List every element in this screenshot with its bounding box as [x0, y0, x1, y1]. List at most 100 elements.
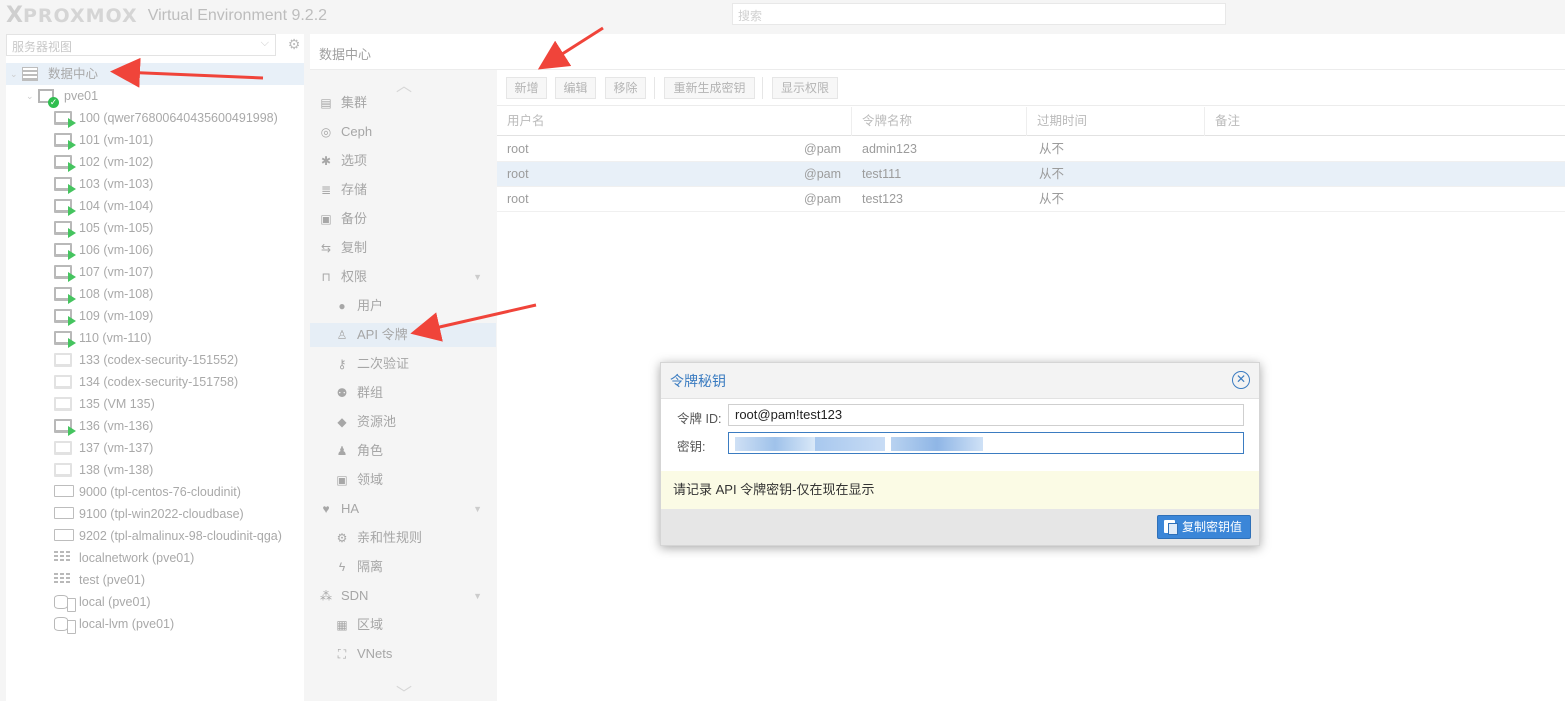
vm-running-icon	[54, 287, 76, 304]
nav-item-label: 区域	[357, 617, 384, 632]
nav-item[interactable]: ⚙ 亲和性规则	[310, 526, 496, 550]
sdn-icon: ⁂	[320, 589, 332, 603]
tree-node[interactable]: localnetwork (pve01)	[6, 547, 304, 569]
nav-item[interactable]: ▣ 领域	[310, 468, 496, 492]
nav-item[interactable]: ● 用户	[310, 294, 496, 318]
regenerate-secret-button[interactable]: 重新生成密钥	[664, 77, 755, 99]
bolt-icon: ϟ	[338, 560, 346, 574]
tree-node[interactable]: 136 (vm-136)	[6, 415, 304, 437]
token-name-cell: admin123	[862, 142, 917, 156]
tree-node[interactable]: test (pve01)	[6, 569, 304, 591]
tree-node[interactable]: 108 (vm-108)	[6, 283, 304, 305]
table-row[interactable]: root @pam test111 从不	[497, 162, 1565, 187]
nav-item[interactable]: ♥ HA ▼	[310, 497, 496, 521]
gear-icon[interactable]: ⚙	[286, 36, 302, 52]
expand-toggle-icon[interactable]: ⌄	[26, 85, 34, 107]
nav-item[interactable]: ◎ Ceph	[310, 120, 496, 144]
config-nav: ︿ ﹀ ▤ 集群 ◎ Ceph ✱ 选项 ≣ 存储 ▣ 备份 ⇆ 复制 ⊓ 权限 ▼ ● 用户 ♙ API 令牌 ⚷ 二…	[310, 70, 496, 701]
tree-node[interactable]: 109 (vm-109)	[6, 305, 304, 327]
edit-button[interactable]: 编辑	[555, 77, 596, 99]
column-header-comment[interactable]: 备注	[1205, 107, 1565, 136]
tree-node[interactable]: 9202 (tpl-almalinux-98-cloudinit-qga)	[6, 525, 304, 547]
retweet-icon: ⇆	[320, 241, 332, 255]
expand-toggle-icon[interactable]: ⌄	[10, 63, 18, 85]
floppy-icon: ▣	[320, 212, 332, 226]
tree-node[interactable]: 134 (codex-security-151758)	[6, 371, 304, 393]
nav-item[interactable]: ϟ 隔离	[310, 555, 496, 579]
column-header-expire[interactable]: 过期时间	[1027, 107, 1205, 136]
tree-node[interactable]: local-lvm (pve01)	[6, 613, 304, 635]
table-row[interactable]: root @pam admin123 从不	[497, 137, 1565, 162]
tree-node[interactable]: ⌄ pve01	[6, 85, 304, 108]
nav-item[interactable]: ✱ 选项	[310, 149, 496, 173]
nav-item[interactable]: ◆ 资源池	[310, 410, 496, 434]
nav-item[interactable]: ♙ API 令牌	[310, 323, 496, 347]
token-id-field[interactable]: root@pam!test123	[728, 404, 1244, 426]
th-icon: ▦	[336, 618, 348, 632]
tree-node[interactable]: 137 (vm-137)	[6, 437, 304, 459]
tree-node-label: 103 (vm-103)	[79, 177, 154, 191]
tree-node[interactable]: 105 (vm-105)	[6, 217, 304, 239]
secret-field[interactable]	[728, 432, 1244, 454]
nav-item-label: 领域	[357, 472, 384, 487]
tree-node-label: 133 (codex-security-151552)	[79, 353, 239, 367]
scroll-down-icon[interactable]: ﹀	[396, 680, 412, 701]
nav-item[interactable]: ⇆ 复制	[310, 236, 496, 260]
network-icon	[54, 551, 70, 563]
tree-node[interactable]: 135 (VM 135)	[6, 393, 304, 415]
node-online-icon	[38, 89, 59, 108]
tree-node-label: pve01	[64, 89, 99, 103]
column-header-token-name[interactable]: 令牌名称	[852, 107, 1027, 136]
column-header-user[interactable]: 用户名	[497, 107, 852, 136]
realm-cell: @pam	[804, 167, 842, 181]
vm-stopped-icon	[54, 441, 72, 455]
nav-item[interactable]: ▦ 区域	[310, 613, 496, 637]
tree-node[interactable]: 138 (vm-138)	[6, 459, 304, 481]
tree-node-label: 101 (vm-101)	[79, 133, 154, 147]
view-select[interactable]: 服务器视图 ⌵	[6, 34, 276, 56]
chevron-down-icon: ⌵	[260, 37, 269, 49]
close-icon[interactable]: ✕	[1232, 371, 1250, 389]
nav-item[interactable]: ▤ 集群	[310, 91, 496, 115]
tree-node[interactable]: 133 (codex-security-151552)	[6, 349, 304, 371]
user-cell: root	[507, 167, 529, 181]
tree-node[interactable]: ⌄ 数据中心	[6, 63, 304, 85]
collapse-icon[interactable]: ▼	[473, 497, 482, 521]
tree-node[interactable]: 103 (vm-103)	[6, 173, 304, 195]
nav-item[interactable]: ▣ 备份	[310, 207, 496, 231]
version-label: Virtual Environment 9.2.2	[147, 6, 328, 24]
nav-item[interactable]: ⚉ 群组	[310, 381, 496, 405]
tree-node[interactable]: 106 (vm-106)	[6, 239, 304, 261]
collapse-icon[interactable]: ▼	[473, 584, 482, 608]
tree-node[interactable]: 104 (vm-104)	[6, 195, 304, 217]
tree-node[interactable]: 107 (vm-107)	[6, 261, 304, 283]
show-permissions-button[interactable]: 显示权限	[772, 77, 838, 99]
nav-item-label: 二次验证	[357, 356, 410, 371]
nav-item[interactable]: ⊓ 权限 ▼	[310, 265, 496, 289]
tree-node[interactable]: 9000 (tpl-centos-76-cloudinit)	[6, 481, 304, 503]
collapse-icon[interactable]: ▼	[473, 265, 482, 289]
nav-item-label: 选项	[341, 153, 368, 168]
copy-secret-button[interactable]: 复制密钥值	[1156, 515, 1251, 539]
add-button[interactable]: 新增	[506, 77, 547, 99]
nav-item-label: 用户	[357, 298, 384, 313]
tree-node[interactable]: local (pve01)	[6, 591, 304, 613]
nav-item[interactable]: ≣ 存储	[310, 178, 496, 202]
dialog-header: 令牌秘钥 ✕	[661, 363, 1259, 399]
proxmox-logo[interactable]: X PROXMOX Virtual Environment 9.2.2	[6, 3, 327, 28]
nav-item-label: Ceph	[341, 124, 373, 139]
remove-button[interactable]: 移除	[605, 77, 646, 99]
tree-node[interactable]: 102 (vm-102)	[6, 151, 304, 173]
tree-node[interactable]: 101 (vm-101)	[6, 129, 304, 151]
nav-item[interactable]: ⚷ 二次验证	[310, 352, 496, 376]
tree-node[interactable]: 9100 (tpl-win2022-cloudbase)	[6, 503, 304, 525]
tree-node[interactable]: 100 (qwer76800640435600491998)	[6, 107, 304, 129]
vm-running-icon	[54, 199, 76, 216]
tree-node[interactable]: 110 (vm-110)	[6, 327, 304, 349]
nav-item[interactable]: ♟ 角色	[310, 439, 496, 463]
search-input[interactable]: 搜索	[732, 3, 1226, 25]
nav-item[interactable]: ⁂ SDN ▼	[310, 584, 496, 608]
nav-item[interactable]: ⛶ VNets	[310, 642, 496, 666]
top-header: X PROXMOX Virtual Environment 9.2.2 搜索	[0, 0, 1565, 30]
table-row[interactable]: root @pam test123 从不	[497, 187, 1565, 212]
